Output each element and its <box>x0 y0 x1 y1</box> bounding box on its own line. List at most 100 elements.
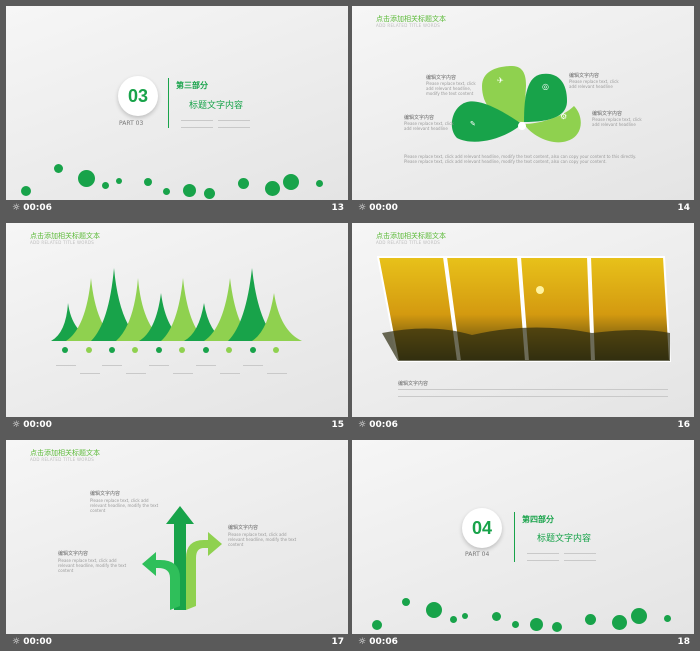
transition-time: ☼ 00:06 <box>358 637 398 647</box>
decor-dot <box>631 608 647 624</box>
body-text: Please replace text, click add relevant … <box>426 81 476 96</box>
text-placeholder-line <box>398 389 668 390</box>
body-text: Please replace text, click add relevant … <box>58 558 127 573</box>
part-en-label: PART 04 <box>465 551 490 558</box>
decor-dot <box>183 184 196 197</box>
part-cn-title: 第四部分 <box>522 515 554 524</box>
photo-strip <box>376 256 672 362</box>
decor-dot <box>316 180 323 187</box>
part-number-badge: 04 <box>462 508 502 548</box>
text-placeholder-line <box>527 553 559 554</box>
decor-dot <box>530 618 543 631</box>
timeline-caption <box>173 373 193 374</box>
transition-time: ☼ 00:00 <box>12 420 52 430</box>
decor-dot <box>144 178 152 186</box>
timeline-dot <box>62 347 68 353</box>
decor-dot <box>612 615 627 630</box>
body-text: Please replace text, click add relevant … <box>569 79 619 89</box>
timeline-dot <box>156 347 162 353</box>
slide-thumbnail-17[interactable]: 点击添加相关标题文本 ADD RELATED TITLE WORDS 编辑文字内… <box>6 440 348 651</box>
timeline-caption <box>56 365 76 366</box>
text-label: 编辑文字内容 <box>404 115 435 121</box>
timeline-caption <box>80 373 100 374</box>
slide-thumbnail-15[interactable]: 点击添加相关标题文本 ADD RELATED TITLE WORDS ☼ 00:… <box>6 223 348 434</box>
text-placeholder-line <box>181 120 213 121</box>
text-placeholder-line <box>564 560 596 561</box>
decor-dot <box>265 181 280 196</box>
slide-info-bar: ☼ 00:00 15 <box>6 417 348 434</box>
transition-time: ☼ 00:00 <box>12 637 52 647</box>
decor-dot <box>426 602 442 618</box>
timeline-dot <box>226 347 232 353</box>
text-placeholder-line <box>181 127 213 128</box>
timeline-dot <box>250 347 256 353</box>
text-placeholder-line <box>398 396 668 397</box>
slide-number: 18 <box>677 637 690 647</box>
timeline-dot <box>86 347 92 353</box>
slide-number: 15 <box>331 420 344 430</box>
text-placeholder-line <box>218 120 250 121</box>
decor-dot <box>664 615 671 622</box>
body-text: Please replace text, click add relevant … <box>228 532 297 547</box>
text-label: 编辑文字内容 <box>426 75 457 81</box>
transition-time: ☼ 00:00 <box>358 203 398 213</box>
slide-thumbnail-14[interactable]: 点击添加相关标题文本 ADD RELATED TITLE WORDS ✈ ◎ ⚙… <box>352 6 694 217</box>
body-text: Please replace text, click add relevant … <box>90 498 159 513</box>
pencil-icon: ✎ <box>470 120 476 128</box>
petal-diagram <box>451 66 581 143</box>
text-label: 编辑文字内容 <box>592 111 623 117</box>
slide-info-bar: ☼ 00:06 16 <box>352 417 694 434</box>
decor-dot <box>102 182 109 189</box>
slide-number: 13 <box>331 203 344 213</box>
slide-number: 14 <box>677 203 690 213</box>
text-placeholder-line <box>564 553 596 554</box>
slide-thumbnail-16[interactable]: 点击添加相关标题文本 ADD RELATED TITLE WORDS 编辑文字内… <box>352 223 694 434</box>
transition-time: ☼ 00:06 <box>12 203 52 213</box>
slide-preview: 点击添加相关标题文本 ADD RELATED TITLE WORDS 编辑文字内… <box>352 223 694 417</box>
transition-time: ☼ 00:06 <box>358 420 398 430</box>
camera-icon: ◎ <box>542 82 549 91</box>
section-heading: 标题文字内容 <box>537 534 592 544</box>
timeline-dot <box>273 347 279 353</box>
gear-icon: ⚙ <box>560 112 568 121</box>
decor-dot <box>116 178 122 184</box>
body-text: Please replace text, click add relevant … <box>592 117 642 127</box>
slide-info-bar: ☼ 00:00 14 <box>352 200 694 217</box>
decor-dot <box>21 186 31 196</box>
peak-chart <box>51 268 302 341</box>
text-placeholder-line <box>218 127 250 128</box>
timeline-caption <box>102 365 122 366</box>
body-text: Please replace text, click add relevant … <box>404 154 637 164</box>
slide-preview: 03 第三部分 标题文字内容 PART 03 <box>6 6 348 200</box>
slide-info-bar: ☼ 00:06 18 <box>352 634 694 651</box>
slide-preview: 04 第四部分 标题文字内容 PART 04 <box>352 440 694 634</box>
part-en-label: PART 03 <box>119 120 144 127</box>
text-label: 编辑文字内容 <box>90 491 121 497</box>
timeline-dot <box>132 347 138 353</box>
decor-dot <box>552 622 562 632</box>
decor-dot <box>585 614 596 625</box>
timeline-caption <box>196 365 216 366</box>
slide-preview: 点击添加相关标题文本 ADD RELATED TITLE WORDS ✈ ◎ ⚙… <box>352 6 694 200</box>
part-cn-title: 第三部分 <box>176 81 208 90</box>
plane-icon: ✈ <box>497 76 504 85</box>
timeline-caption <box>243 365 263 366</box>
slide-number: 16 <box>677 420 690 430</box>
slide-preview: 点击添加相关标题文本 ADD RELATED TITLE WORDS 编辑文字内… <box>6 440 348 634</box>
decor-dot <box>462 613 468 619</box>
slide-number: 17 <box>331 637 344 647</box>
decor-dot <box>512 621 519 628</box>
part-number-badge: 03 <box>118 76 158 116</box>
text-label: 编辑文字内容 <box>398 381 429 387</box>
timeline-caption <box>267 373 287 374</box>
text-label: 编辑文字内容 <box>228 525 259 531</box>
text-label: 编辑文字内容 <box>58 551 89 557</box>
slide-thumbnail-18[interactable]: 04 第四部分 标题文字内容 PART 04 ☼ 00:06 18 <box>352 440 694 651</box>
slide-info-bar: ☼ 00:06 13 <box>6 200 348 217</box>
timeline-caption <box>220 373 240 374</box>
decor-dot <box>204 188 215 199</box>
slide-thumbnail-13[interactable]: 03 第三部分 标题文字内容 PART 03 ☼ 00:06 13 <box>6 6 348 217</box>
decor-dot <box>54 164 63 173</box>
decor-dot <box>372 620 382 630</box>
decor-dot <box>78 170 95 187</box>
